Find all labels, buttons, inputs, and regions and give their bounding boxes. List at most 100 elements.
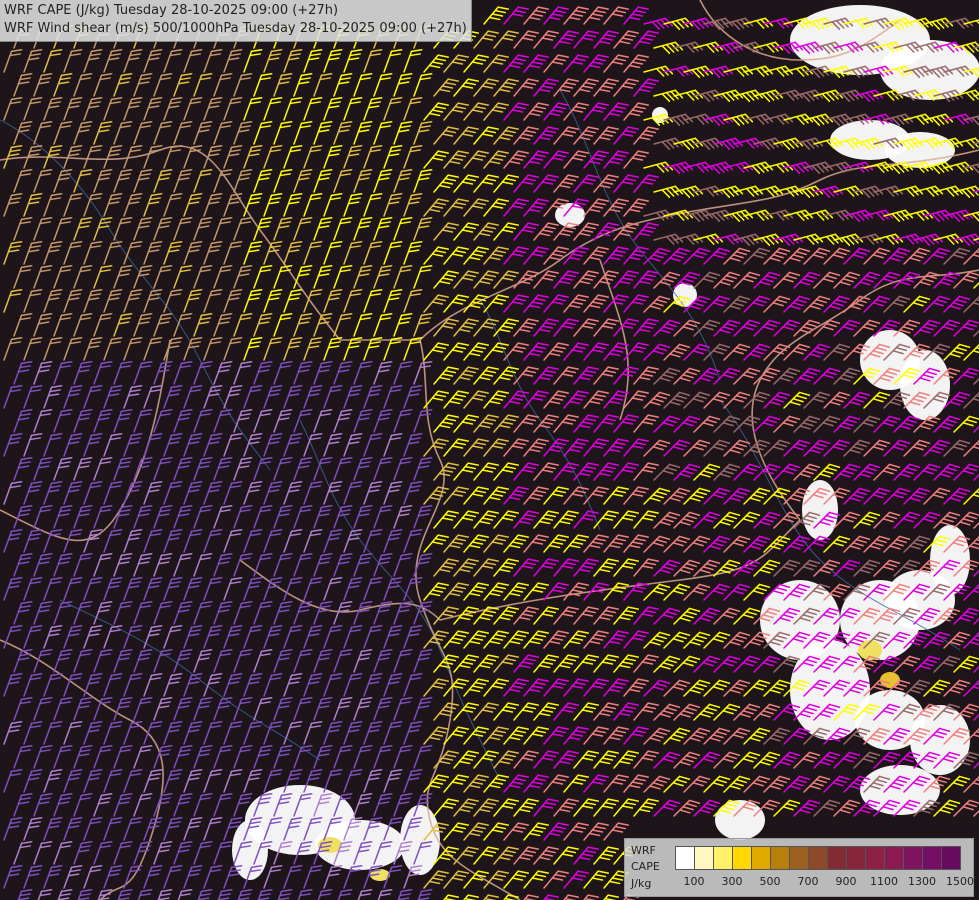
wind-barb xyxy=(503,726,529,745)
wind-barb xyxy=(603,774,629,793)
wind-barb xyxy=(303,144,323,169)
wind-barb xyxy=(383,624,403,649)
wind-barb xyxy=(713,703,741,721)
wind-barb xyxy=(433,798,459,817)
wind-barb xyxy=(503,6,529,25)
wind-barb xyxy=(283,192,303,217)
wind-barb xyxy=(493,846,519,865)
legend-tick-label: 900 xyxy=(835,875,857,888)
wind-barb xyxy=(523,726,549,745)
wind-barb xyxy=(743,487,771,505)
wind-barb xyxy=(583,870,609,889)
wind-barb xyxy=(603,294,629,313)
wind-barb xyxy=(333,744,353,769)
wind-barb xyxy=(83,432,103,457)
wind-barb xyxy=(473,366,499,385)
wind-barb xyxy=(193,312,213,337)
wind-barb xyxy=(943,17,974,29)
wind-barb xyxy=(463,726,489,745)
wind-barb xyxy=(463,342,489,361)
wind-barb xyxy=(153,120,173,145)
wind-barb xyxy=(673,463,701,481)
wind-barb xyxy=(173,840,193,865)
wind-barb xyxy=(693,463,721,481)
wind-barb xyxy=(43,672,63,697)
wind-barb xyxy=(863,487,891,505)
wind-barb xyxy=(363,432,383,457)
wind-barb xyxy=(683,17,714,30)
wind-barb xyxy=(633,270,659,289)
wind-barb xyxy=(173,792,193,817)
wind-barb xyxy=(393,456,413,481)
wind-barb xyxy=(843,439,871,457)
wind-barb xyxy=(83,768,103,793)
wind-barb xyxy=(83,48,103,73)
wind-barb xyxy=(673,137,704,150)
wind-barb xyxy=(533,894,559,900)
wind-barb xyxy=(683,113,714,125)
wind-barb xyxy=(403,384,423,409)
wind-barb xyxy=(523,198,549,217)
wind-barb xyxy=(943,209,974,222)
wind-barb xyxy=(693,607,721,625)
wind-barb xyxy=(313,648,333,673)
wind-barb xyxy=(183,768,203,793)
wind-barb xyxy=(353,456,373,481)
wind-barb xyxy=(563,822,589,841)
wind-barb xyxy=(43,48,63,73)
wind-barb xyxy=(873,185,904,197)
wind-barb xyxy=(133,360,153,385)
wind-barb xyxy=(43,288,63,313)
wind-barb xyxy=(93,840,113,865)
wind-barb xyxy=(803,343,831,361)
wind-barb xyxy=(143,672,163,697)
wind-barb xyxy=(43,768,63,793)
wind-barb xyxy=(733,233,764,246)
wind-barb xyxy=(143,96,163,121)
wind-barb xyxy=(123,816,143,841)
wind-barb xyxy=(183,96,203,121)
wind-barb xyxy=(393,360,413,385)
wind-barb xyxy=(323,528,343,553)
wind-barb xyxy=(793,185,824,198)
wind-barb xyxy=(293,552,313,577)
wind-barb xyxy=(523,150,549,169)
wind-barb xyxy=(583,822,609,841)
wind-barb xyxy=(703,583,731,601)
wind-barb xyxy=(943,487,971,505)
wind-barb xyxy=(203,480,223,505)
wind-barb xyxy=(663,113,694,126)
legend-ticks: 100 300 500 700 900 1100 1300 1500 xyxy=(675,875,975,889)
wind-barb xyxy=(953,367,979,385)
wind-barb xyxy=(643,17,674,30)
wind-barb xyxy=(143,336,163,361)
wind-barb xyxy=(593,846,619,865)
wind-barb xyxy=(373,504,393,529)
wind-barb xyxy=(63,288,83,313)
wind-barb xyxy=(533,414,559,433)
wind-barb xyxy=(813,367,841,385)
wind-barb xyxy=(213,840,233,865)
wind-barb xyxy=(113,600,133,625)
wind-barb xyxy=(203,576,223,601)
wind-barb xyxy=(313,408,333,433)
wind-barb xyxy=(193,408,213,433)
wind-barb xyxy=(413,312,433,337)
wind-barb xyxy=(63,384,83,409)
wind-barb xyxy=(343,432,363,457)
wind-barb xyxy=(763,295,791,313)
wind-barb xyxy=(313,600,333,625)
wind-barb xyxy=(413,744,433,769)
wind-barb xyxy=(393,744,413,769)
wind-barb xyxy=(13,792,33,817)
wind-barb xyxy=(543,342,569,361)
wind-barb xyxy=(353,744,373,769)
wind-barb xyxy=(453,702,479,721)
wind-barb xyxy=(403,288,423,313)
wind-barb xyxy=(963,391,979,409)
wind-barb xyxy=(853,89,884,102)
wind-barb xyxy=(33,120,53,145)
wind-barb xyxy=(723,113,754,126)
wind-barb xyxy=(783,295,811,313)
wind-barb xyxy=(443,198,469,217)
